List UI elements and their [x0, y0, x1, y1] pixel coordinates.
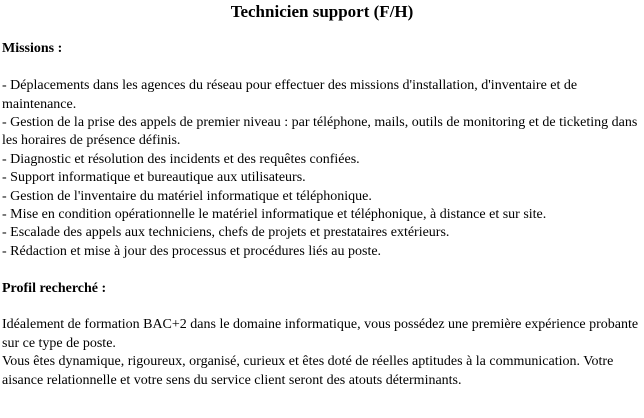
- mission-item: - Support informatique et bureautique au…: [2, 170, 306, 186]
- mission-item: - Déplacements dans les agences du résea…: [2, 78, 578, 112]
- mission-item: - Escalade des appels aux techniciens, c…: [2, 225, 450, 241]
- mission-item: - Gestion de l'inventaire du matériel in…: [2, 188, 372, 204]
- profil-paragraph: Idéalement de formation BAC+2 dans le do…: [2, 317, 639, 351]
- missions-heading: Missions :: [2, 41, 63, 57]
- job-posting: Technicien support (F/H) Missions : - Dé…: [0, 0, 644, 418]
- mission-item: - Mise en condition opérationnelle le ma…: [2, 207, 547, 223]
- missions-list: - Déplacements dans les agences du résea…: [2, 77, 642, 261]
- profil-text: Idéalement de formation BAC+2 dans le do…: [2, 316, 642, 390]
- profil-heading: Profil recherché :: [2, 280, 107, 296]
- page-title: Technicien support (F/H): [230, 2, 414, 21]
- profil-paragraph: Vous êtes dynamique, rigoureux, organisé…: [2, 354, 614, 388]
- mission-item: - Diagnostic et résolution des incidents…: [2, 151, 360, 167]
- mission-item: - Gestion de la prise des appels de prem…: [2, 115, 638, 149]
- mission-item: - Rédaction et mise à jour des processus…: [2, 243, 382, 259]
